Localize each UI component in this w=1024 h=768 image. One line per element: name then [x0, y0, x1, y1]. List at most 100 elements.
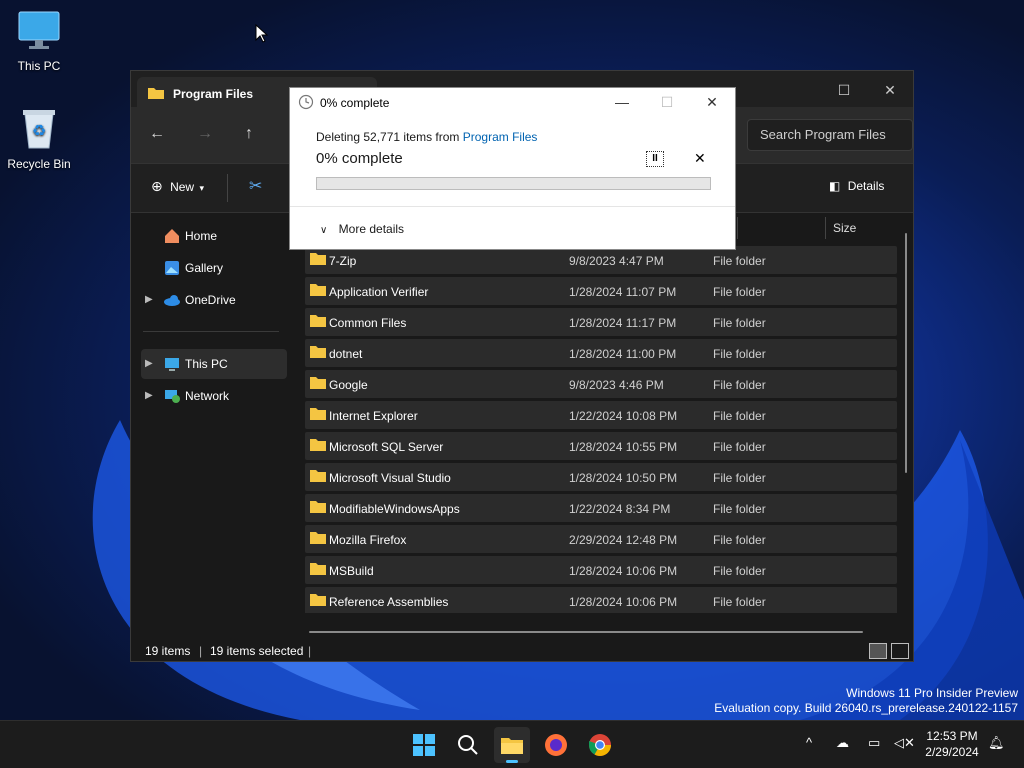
chevron-down-icon: ∨	[320, 225, 328, 236]
row-name: Internet Explorer	[329, 409, 418, 423]
folder-icon	[310, 439, 326, 451]
row-date: 1/28/2024 11:07 PM	[569, 285, 677, 299]
table-row[interactable]: Google 9/8/2023 4:46 PM File folder	[305, 370, 897, 398]
search-button[interactable]	[450, 727, 486, 763]
more-details-label: More details	[338, 222, 405, 236]
search-icon	[458, 735, 478, 755]
column-divider[interactable]	[825, 217, 826, 239]
details-view-icon[interactable]	[869, 643, 887, 659]
start-button[interactable]	[406, 727, 442, 763]
network-monitor-icon[interactable]: ▭	[868, 735, 880, 751]
details-button-label: Details	[847, 179, 885, 193]
source-folder-link[interactable]: Program Files	[463, 130, 538, 144]
volume-muted-icon[interactable]: ◁✕	[894, 735, 915, 751]
explorer-tab-title: Program Files	[173, 87, 254, 101]
folder-icon	[310, 532, 326, 544]
selected-count: 19 items selected	[210, 644, 304, 658]
desktop-icon-label: Recycle Bin	[7, 157, 71, 171]
delete-progress-dialog: 0% complete — ☐ ✕ Deleting 52,771 items …	[289, 87, 736, 250]
search-input[interactable]: Search Program Files	[747, 119, 913, 151]
table-row[interactable]: Microsoft Visual Studio 1/28/2024 10:50 P…	[305, 463, 897, 491]
table-row[interactable]: Mozilla Firefox 2/29/2024 12:48 PM File fo…	[305, 525, 897, 553]
table-row[interactable]: Common Files 1/28/2024 11:17 PM File folde…	[305, 308, 897, 336]
folder-icon	[310, 253, 326, 265]
row-date: 1/22/2024 10:08 PM	[569, 409, 678, 423]
row-type: File folder	[713, 564, 766, 578]
status-divider: |	[308, 644, 312, 658]
horizontal-scrollbar[interactable]	[309, 631, 863, 633]
onedrive-offline-icon[interactable]: ☁	[836, 735, 849, 751]
taskbar-file-explorer[interactable]	[494, 727, 530, 763]
chevron-right-icon: ▶	[145, 358, 153, 369]
row-name: Microsoft SQL Server	[329, 440, 444, 454]
row-date: 1/22/2024 8:34 PM	[569, 502, 671, 516]
minimize-button[interactable]: —	[600, 91, 644, 113]
dialog-description: Deleting 52,771 items from Program Files	[316, 130, 537, 144]
clock-time: 12:53 PM	[926, 729, 978, 743]
sidebar-divider	[143, 331, 279, 332]
chrome-icon	[589, 734, 611, 756]
vertical-scrollbar[interactable]	[905, 233, 907, 473]
sidebar-item-gallery[interactable]: Gallery	[141, 253, 287, 283]
chevron-up-icon[interactable]: ^	[806, 735, 812, 750]
row-type: File folder	[713, 409, 766, 423]
desktop-icon-this-pc[interactable]: This PC	[4, 10, 74, 73]
close-button[interactable]: ✕	[690, 91, 734, 113]
column-header-size[interactable]: Size	[833, 221, 856, 235]
maximize-button[interactable]: ☐	[821, 77, 867, 103]
row-name: Application Verifier	[329, 285, 429, 299]
sidebar-item-this-pc[interactable]: ▶ This PC	[141, 349, 287, 379]
row-name: Google	[329, 378, 368, 392]
table-row[interactable]: Application Verifier 1/28/2024 11:07 PM Fi…	[305, 277, 897, 305]
monitor-icon	[18, 11, 60, 49]
table-row[interactable]: Microsoft SQL Server 1/28/2024 10:55 PM Fi…	[305, 432, 897, 460]
cancel-button[interactable]: ✕	[694, 150, 706, 167]
more-details-button[interactable]: ∨ More details	[320, 222, 404, 236]
tiles-view-icon[interactable]	[891, 643, 909, 659]
back-icon[interactable]: ←	[149, 125, 165, 143]
network-icon	[165, 390, 180, 403]
pause-icon: II	[652, 153, 658, 164]
row-name: dotnet	[329, 347, 363, 361]
taskbar-chrome[interactable]	[582, 727, 618, 763]
row-name: 7-Zip	[329, 254, 357, 268]
cut-icon[interactable]: ✂	[249, 176, 262, 196]
table-row[interactable]: 7-Zip 9/8/2023 4:47 PM File folder	[305, 246, 897, 274]
file-explorer-icon	[501, 738, 523, 763]
table-row[interactable]: MSBuild 1/28/2024 10:06 PM File folder	[305, 556, 897, 584]
watermark-line: Windows 11 Pro Insider Preview	[846, 686, 1018, 700]
close-button[interactable]: ✕	[867, 77, 913, 103]
table-row[interactable]: Internet Explorer 1/22/2024 10:08 PM File …	[305, 401, 897, 429]
item-count: 19 items	[145, 644, 191, 658]
row-name: ModifiableWindowsApps	[329, 502, 460, 516]
taskbar-clock[interactable]: 12:53 PM 2/29/2024	[920, 728, 984, 760]
table-row[interactable]: dotnet 1/28/2024 11:00 PM File folder	[305, 339, 897, 367]
taskbar-firefox[interactable]	[538, 727, 574, 763]
sidebar-item-network[interactable]: ▶ Network	[141, 381, 287, 411]
folder-icon	[310, 594, 326, 606]
dialog-divider	[290, 206, 735, 207]
table-row[interactable]: Reference Assemblies 1/28/2024 10:06 PM Fi…	[305, 587, 897, 613]
up-icon[interactable]: ↑	[245, 125, 253, 143]
notification-bell-icon[interactable]: 🔔︎	[988, 735, 1005, 751]
chevron-down-icon: ▾	[199, 183, 204, 193]
table-row[interactable]: ModifiableWindowsApps 1/22/2024 8:34 PM Fi…	[305, 494, 897, 522]
cloud-icon	[164, 295, 180, 306]
folder-icon	[310, 284, 326, 296]
clock-date: 2/29/2024	[925, 745, 979, 759]
sidebar-item-home[interactable]: Home	[141, 221, 287, 251]
new-button[interactable]: ⊕ New ▾	[151, 178, 204, 195]
folder-icon	[310, 315, 326, 327]
folder-icon	[310, 346, 326, 358]
row-type: File folder	[713, 316, 766, 330]
sidebar-item-onedrive[interactable]: ▶ OneDrive	[141, 285, 287, 315]
forward-icon[interactable]: →	[197, 125, 213, 143]
column-divider[interactable]	[737, 217, 738, 239]
pause-button[interactable]: II	[646, 151, 664, 167]
row-date: 1/28/2024 10:06 PM	[569, 595, 678, 609]
row-type: File folder	[713, 285, 766, 299]
details-button[interactable]: ◧ Details	[829, 179, 884, 193]
mouse-cursor-icon	[255, 24, 269, 43]
desktop-icon-recycle-bin[interactable]: ♻ Recycle Bin	[4, 106, 74, 171]
maximize-button[interactable]: ☐	[645, 91, 689, 113]
